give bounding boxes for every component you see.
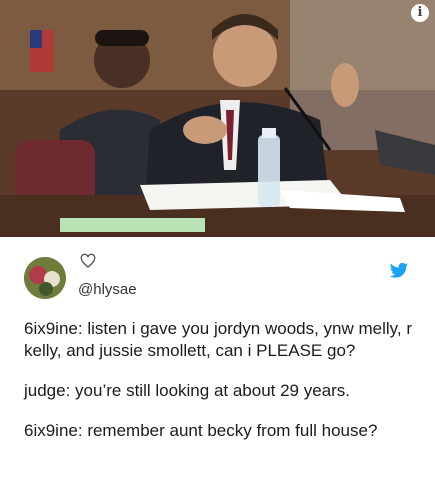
courtroom-photo: i bbox=[0, 0, 435, 237]
avatar[interactable] bbox=[24, 257, 66, 299]
courtroom-scene bbox=[0, 0, 435, 237]
username[interactable]: @hlysae bbox=[78, 281, 137, 298]
tweet-line: judge: you’re still looking at about 29 … bbox=[24, 381, 351, 400]
tweet-line: 6ix9ine: remember aunt becky from full h… bbox=[24, 421, 378, 440]
tweet-line: 6ix9ine: listen i gave you jordyn woods,… bbox=[24, 319, 413, 360]
tweet-text: 6ix9ine: listen i gave you jordyn woods,… bbox=[24, 318, 424, 460]
heart-icon[interactable] bbox=[80, 253, 96, 269]
avatar-image bbox=[24, 257, 66, 299]
info-icon[interactable]: i bbox=[411, 4, 429, 22]
twitter-bird-icon[interactable] bbox=[389, 262, 409, 280]
